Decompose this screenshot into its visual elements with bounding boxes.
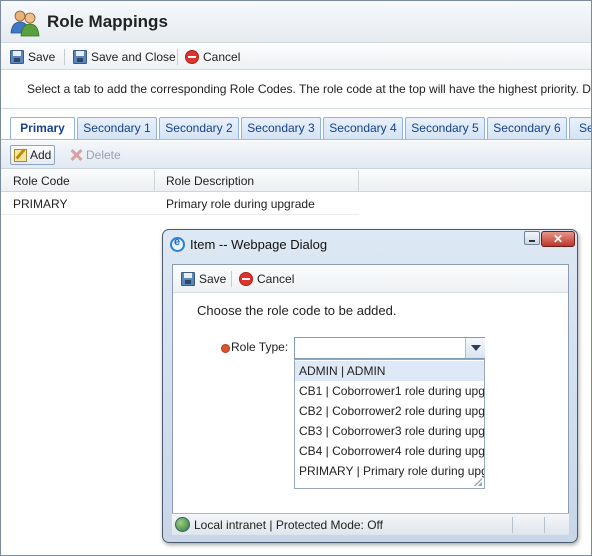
status-divider xyxy=(512,517,513,533)
ie-icon xyxy=(170,236,185,252)
close-button[interactable]: ✕ xyxy=(541,231,575,247)
dialog-title: Item -- Webpage Dialog xyxy=(190,237,328,252)
column-header-role-description[interactable]: Role Description xyxy=(154,170,359,192)
globe-icon xyxy=(175,517,190,532)
tab-secondary-5[interactable]: Secondary 5 xyxy=(405,117,485,139)
column-header-role-code[interactable]: Role Code xyxy=(1,170,155,192)
save-close-icon xyxy=(73,50,87,64)
tab-secondary-3[interactable]: Secondary 3 xyxy=(241,117,321,139)
tab-secondary-7[interactable]: Se xyxy=(569,117,591,139)
toolbar-separator xyxy=(64,49,65,65)
instruction-panel: Select a tab to add the corresponding Ro… xyxy=(1,71,591,109)
tab-secondary-6[interactable]: Secondary 6 xyxy=(487,117,567,139)
status-divider xyxy=(544,517,545,533)
toolbar-separator xyxy=(231,271,232,287)
cancel-icon xyxy=(239,272,253,286)
users-icon xyxy=(10,10,40,37)
dropdown-option-cb2[interactable]: CB2 | Coborrower2 role during upgrade xyxy=(295,401,484,421)
tab-primary[interactable]: Primary xyxy=(10,117,75,139)
page-title: Role Mappings xyxy=(47,12,168,31)
grid-toolbar: Add Delete xyxy=(1,141,591,169)
cancel-button[interactable]: Cancel xyxy=(185,48,240,66)
dialog-save-label: Save xyxy=(199,272,227,286)
instruction-text: Select a tab to add the corresponding Ro… xyxy=(27,82,591,96)
save-close-label: Save and Close xyxy=(91,50,176,64)
save-icon xyxy=(10,50,24,64)
add-button[interactable]: Add xyxy=(10,145,56,165)
dialog-save-button[interactable]: Save xyxy=(181,270,226,288)
add-icon xyxy=(14,148,27,162)
dropdown-option-primary[interactable]: PRIMARY | Primary role during upgrade xyxy=(295,461,484,481)
role-mappings-window: Role Mappings Save Save and Close Cancel… xyxy=(0,0,592,556)
role-type-label: Role Type: xyxy=(231,340,289,354)
required-indicator-icon xyxy=(221,344,230,353)
save-button[interactable]: Save xyxy=(10,48,55,66)
main-toolbar: Save Save and Close Cancel xyxy=(1,44,591,70)
dropdown-option-cb3[interactable]: CB3 | Coborrower3 role during upgrade xyxy=(295,421,484,441)
dialog-toolbar: Save Cancel xyxy=(173,265,568,293)
dialog-status-bar: Local intranet | Protected Mode: Off xyxy=(172,513,569,535)
tab-secondary-4[interactable]: Secondary 4 xyxy=(323,117,403,139)
add-label: Add xyxy=(30,148,52,162)
role-type-dropdown-list: ADMIN | ADMIN CB1 | Coborrower1 role dur… xyxy=(294,359,485,489)
chevron-down-icon[interactable] xyxy=(465,338,485,358)
title-bar: Role Mappings xyxy=(1,1,591,43)
tab-strip: Primary Secondary 1 Secondary 2 Secondar… xyxy=(1,110,591,140)
dropdown-option-admin[interactable]: ADMIN | ADMIN xyxy=(295,361,484,381)
dialog-body: Save Cancel Choose the role code to be a… xyxy=(172,264,569,532)
resize-grip-icon[interactable] xyxy=(474,478,482,486)
dropdown-option-cb4[interactable]: CB4 | Coborrower4 role during upgrade xyxy=(295,441,484,461)
minimize-button[interactable] xyxy=(524,231,540,245)
tab-secondary-1[interactable]: Secondary 1 xyxy=(77,117,157,139)
dialog-prompt: Choose the role code to be added. xyxy=(197,303,397,318)
role-type-select[interactable] xyxy=(294,337,485,359)
cell-role-code: PRIMARY xyxy=(13,197,68,211)
dialog-cancel-button[interactable]: Cancel xyxy=(239,270,294,288)
status-text: Local intranet | Protected Mode: Off xyxy=(194,518,383,532)
save-icon xyxy=(181,272,195,286)
table-row[interactable]: PRIMARY Primary role during upgrade xyxy=(1,193,359,215)
cell-role-description: Primary role during upgrade xyxy=(166,197,315,211)
delete-button: Delete xyxy=(66,145,124,165)
delete-icon xyxy=(69,148,83,162)
toolbar-separator xyxy=(177,49,178,65)
webpage-dialog: Item -- Webpage Dialog ✕ Save Cancel Cho… xyxy=(162,229,578,543)
cancel-icon xyxy=(185,50,199,64)
tab-secondary-2[interactable]: Secondary 2 xyxy=(159,117,239,139)
dialog-cancel-label: Cancel xyxy=(257,272,295,286)
delete-label: Delete xyxy=(86,148,121,162)
save-and-close-button[interactable]: Save and Close xyxy=(73,48,176,66)
cancel-label: Cancel xyxy=(203,50,241,64)
dropdown-option-cb1[interactable]: CB1 | Coborrower1 role during upgrade xyxy=(295,381,484,401)
grid-header: Role Code Role Description xyxy=(1,170,591,192)
save-label: Save xyxy=(28,50,56,64)
